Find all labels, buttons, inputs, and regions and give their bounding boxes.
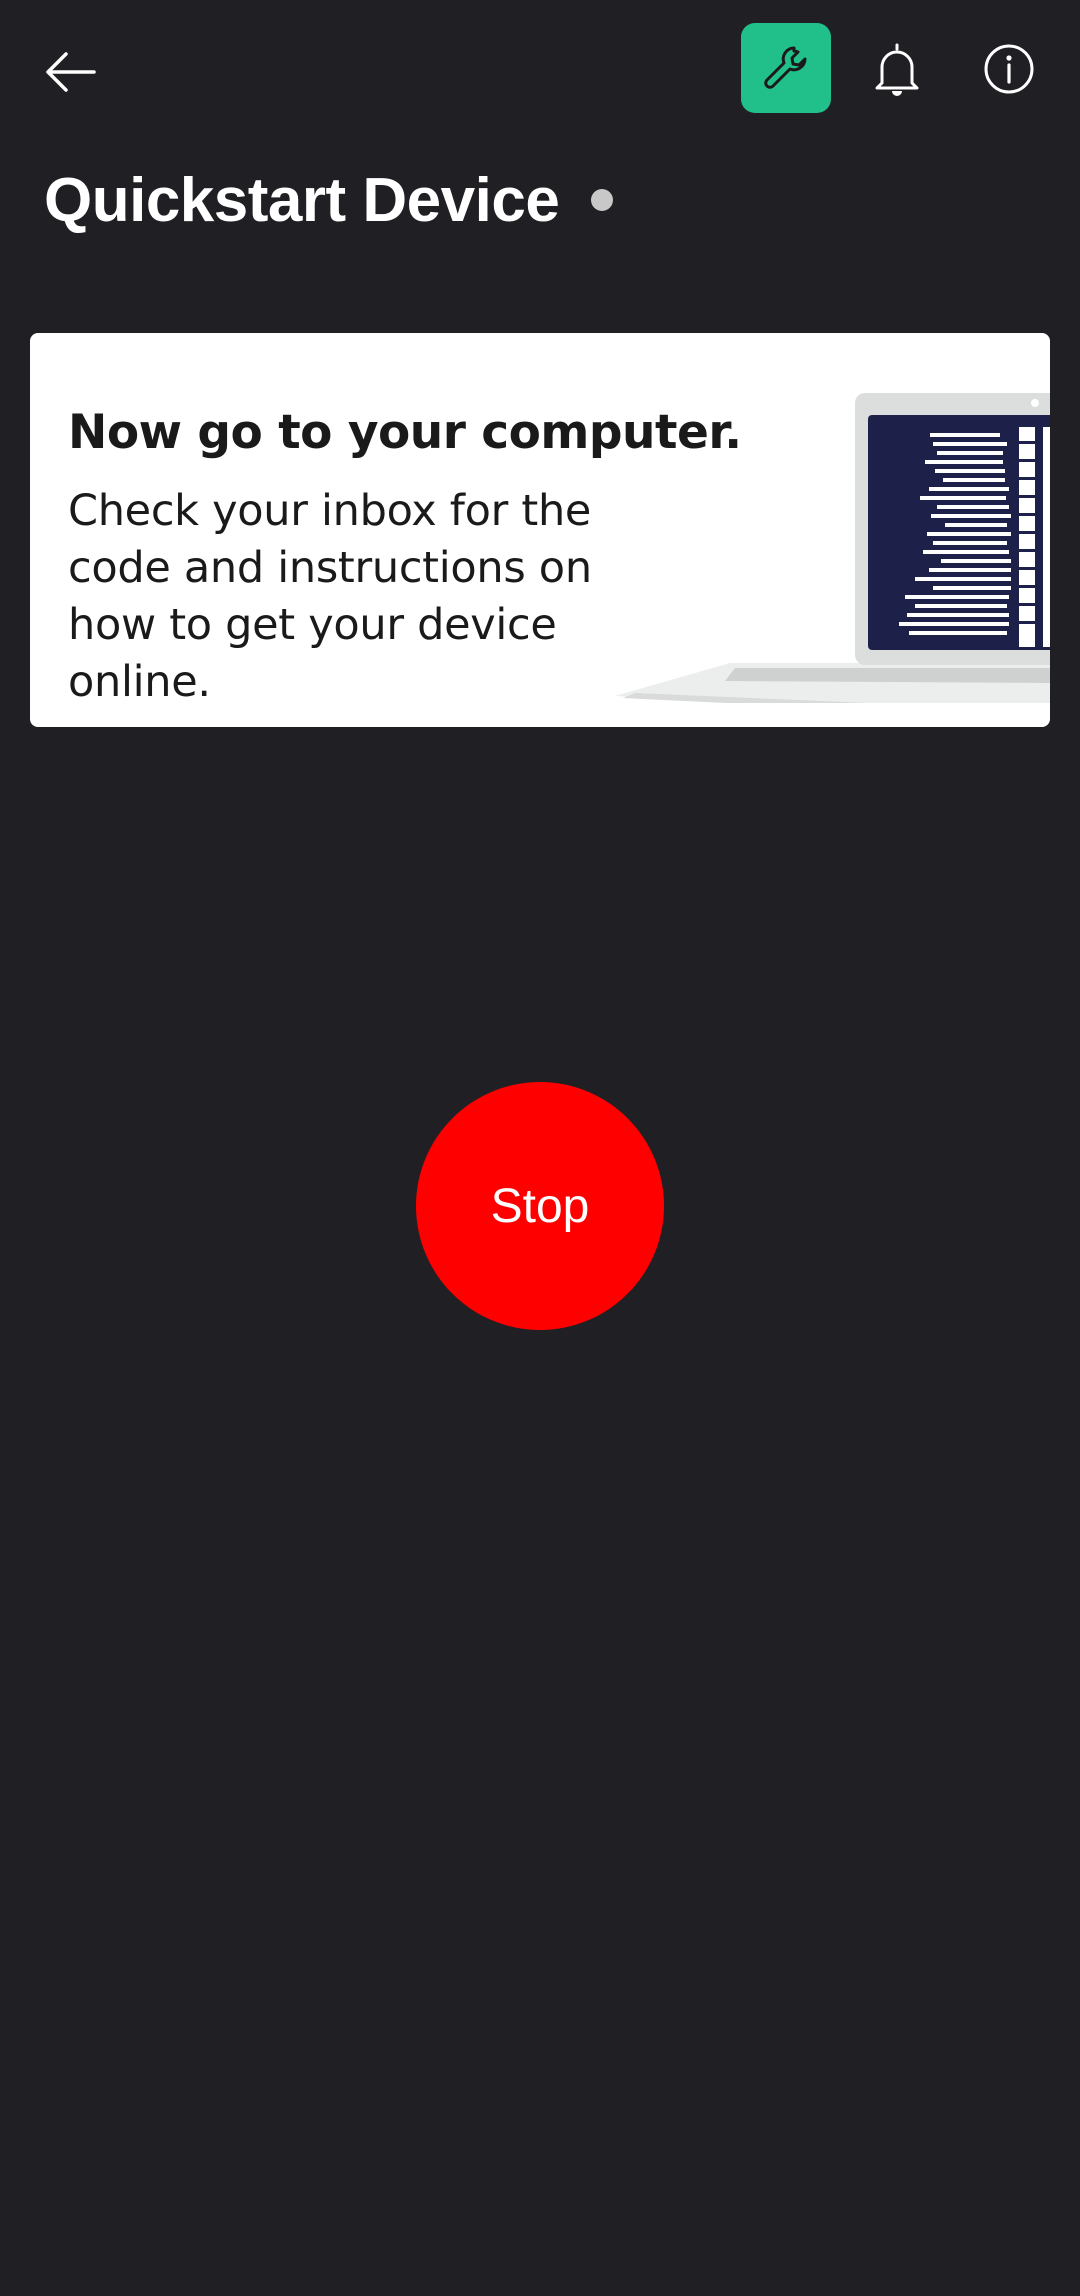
stop-button[interactable]: Stop: [416, 1082, 664, 1330]
page-title: Quickstart Device: [44, 165, 560, 235]
notifications-button[interactable]: [864, 36, 930, 102]
wrench-icon: [764, 46, 807, 89]
device-screen: Quickstart Device Now go to your compute…: [0, 0, 1080, 2296]
tools-button[interactable]: [741, 23, 831, 113]
back-button[interactable]: [38, 40, 102, 104]
info-icon: [984, 44, 1034, 94]
bell-icon: [875, 43, 919, 96]
info-button[interactable]: [976, 36, 1042, 102]
card-body: Check your inbox for the code and instru…: [68, 486, 592, 707]
title-row: Quickstart Device: [44, 160, 614, 240]
status-dot: [591, 189, 614, 211]
instruction-card: Now go to your computer. Check your inbo…: [30, 333, 1050, 727]
arrow-left-icon: [46, 52, 96, 92]
laptop-icon: [615, 393, 1050, 703]
